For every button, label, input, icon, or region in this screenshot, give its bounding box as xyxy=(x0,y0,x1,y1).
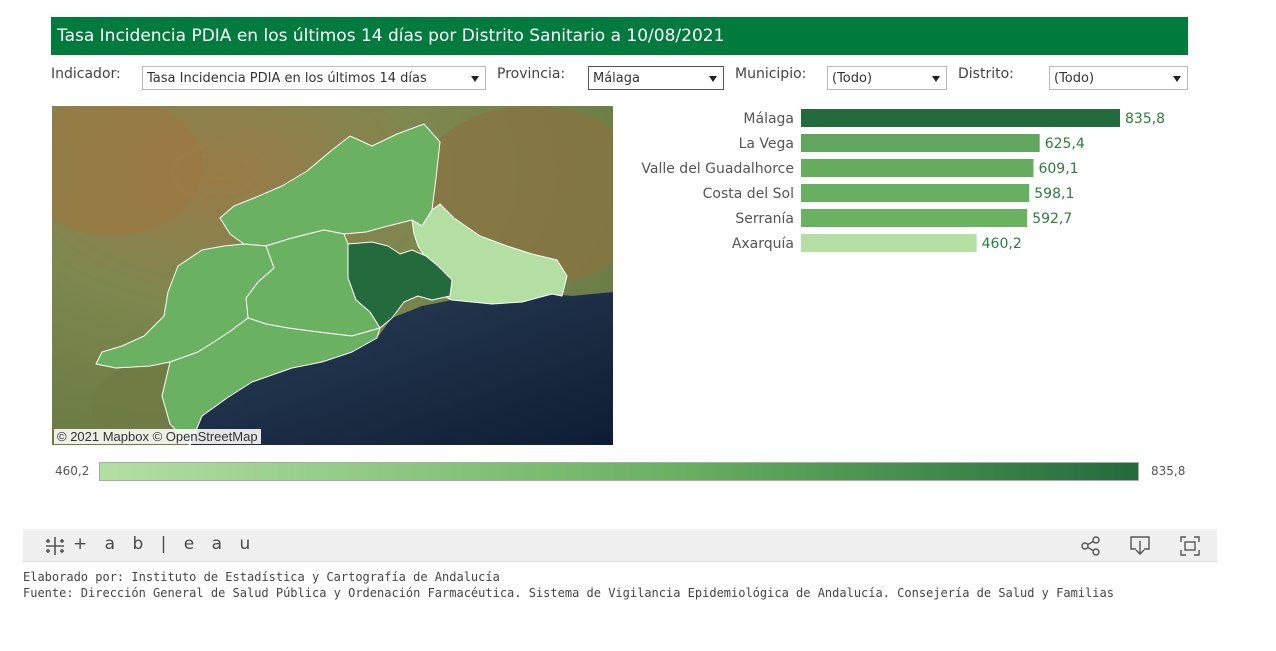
district-map[interactable]: © 2021 Mapbox © OpenStreetMap xyxy=(52,106,613,445)
bar-value-label: 625,4 xyxy=(1045,136,1085,152)
bar-chart: Málaga 835,8 La Vega 625,4 Valle del Guadalh… xyxy=(641,109,1165,252)
bar-Valle del Guadalhorce[interactable] xyxy=(801,159,1034,177)
bar-Costa del Sol[interactable] xyxy=(801,184,1030,202)
map-svg xyxy=(52,106,613,445)
chevron-down-icon xyxy=(709,76,717,82)
title-bar: Tasa Incidencia PDIA en los últimos 14 d… xyxy=(51,17,1188,55)
indicador-label: Indicador: xyxy=(51,66,121,82)
chevron-down-icon xyxy=(471,76,479,82)
bar-value-label: 460,2 xyxy=(982,236,1022,252)
bar-value-label: 835,8 xyxy=(1125,111,1165,127)
download-icon[interactable] xyxy=(1129,535,1151,557)
tableau-wordmark[interactable]: + a b | e a u xyxy=(73,534,256,554)
provincia-dropdown[interactable]: Málaga xyxy=(588,66,724,90)
page-title: Tasa Incidencia PDIA en los últimos 14 d… xyxy=(57,26,725,46)
legend-max-label: 835,8 xyxy=(1151,464,1186,478)
bar-category-label: Costa del Sol xyxy=(703,186,794,202)
fullscreen-icon[interactable] xyxy=(1179,535,1201,557)
bar-Málaga[interactable] xyxy=(801,109,1120,127)
footer-fuente: Fuente: Dirección General de Salud Públi… xyxy=(23,586,1114,600)
municipio-dropdown[interactable]: (Todo) xyxy=(827,66,947,90)
bar-category-label: Valle del Guadalhorce xyxy=(641,161,794,177)
bar-Axarquía[interactable] xyxy=(801,234,977,252)
tableau-logo-icon[interactable] xyxy=(43,535,67,557)
share-icon[interactable] xyxy=(1080,535,1102,557)
bar-category-label: Serranía xyxy=(735,211,794,227)
tableau-toolbar: + a b | e a u xyxy=(23,529,1217,562)
distrito-value: (Todo) xyxy=(1054,71,1095,86)
bar-La Vega[interactable] xyxy=(801,134,1040,152)
chevron-down-icon xyxy=(932,76,940,82)
bar-value-label: 609,1 xyxy=(1038,161,1078,177)
indicador-dropdown[interactable]: Tasa Incidencia PDIA en los últimos 14 d… xyxy=(142,66,486,90)
provincia-value: Málaga xyxy=(593,71,640,86)
bar-category-label: Málaga xyxy=(743,111,794,127)
bar-category-label: Axarquía xyxy=(732,236,794,252)
footer-elaborado: Elaborado por: Instituto de Estadística … xyxy=(23,570,500,584)
municipio-value: (Todo) xyxy=(832,71,873,86)
bar-category-label: La Vega xyxy=(739,136,794,152)
provincia-label: Provincia: xyxy=(497,66,566,82)
indicador-value: Tasa Incidencia PDIA en los últimos 14 d… xyxy=(147,71,427,86)
chevron-down-icon xyxy=(1173,76,1181,82)
municipio-label: Municipio: xyxy=(735,66,807,82)
legend-min-label: 460,2 xyxy=(55,464,90,478)
bar-value-label: 598,1 xyxy=(1034,186,1074,202)
color-legend xyxy=(99,462,1139,481)
bar-value-label: 592,7 xyxy=(1032,211,1072,227)
distrito-dropdown[interactable]: (Todo) xyxy=(1049,66,1188,90)
distrito-label: Distrito: xyxy=(958,66,1014,82)
bar-Serranía[interactable] xyxy=(801,209,1028,227)
map-attribution[interactable]: © 2021 Mapbox © OpenStreetMap xyxy=(54,429,261,444)
